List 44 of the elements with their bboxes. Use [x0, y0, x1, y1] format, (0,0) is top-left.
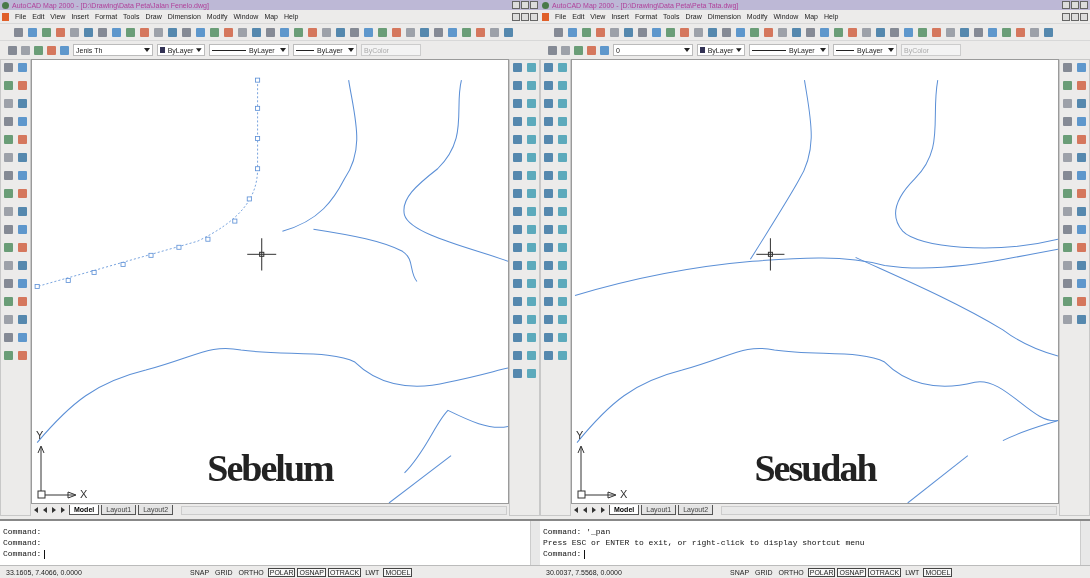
maximize-button[interactable] [1071, 1, 1079, 9]
color-swatch-icon [700, 47, 705, 53]
caret-icon [888, 48, 894, 52]
color-swatch-icon [160, 47, 165, 53]
horizontal-scrollbar[interactable] [721, 505, 1057, 515]
caret-icon [196, 48, 202, 52]
command-line-text: Command: [3, 538, 42, 547]
caret-icon [736, 48, 742, 52]
vertical-scrollbar[interactable] [1080, 521, 1090, 565]
app-icon [542, 1, 549, 9]
command-line-text: Command: [3, 527, 42, 536]
command-line-text: Command: [543, 550, 582, 558]
command-line-text: Command: '_pan [543, 527, 611, 536]
command-line-text: Press ESC or ENTER to exit, or right-click to display shortcut menu [543, 538, 865, 547]
caption-text: Sebelum [207, 449, 333, 487]
line-sample-icon [836, 49, 854, 51]
axis-label: Y [576, 430, 584, 441]
vertical-scrollbar[interactable] [530, 521, 540, 565]
line-sample-icon [296, 49, 314, 51]
caret-icon [820, 48, 826, 52]
caret-icon [144, 48, 150, 52]
tab-scroll-arrows-icon [33, 506, 67, 514]
horizontal-scrollbar[interactable] [181, 505, 507, 515]
caret-icon [684, 48, 690, 52]
text-cursor-icon [584, 549, 586, 559]
axis-label: Y [36, 430, 44, 441]
axis-label: X [620, 489, 628, 500]
line-sample-icon [212, 49, 246, 51]
restore-button[interactable] [521, 12, 529, 21]
app-icon [2, 1, 9, 9]
command-line-text: Command: [3, 550, 42, 558]
crosshair-cursor-icon [755, 237, 785, 271]
document-icon [542, 12, 549, 21]
line-sample-icon [752, 49, 786, 51]
text-cursor-icon [44, 549, 46, 559]
caret-icon [348, 48, 354, 52]
maximize-button[interactable] [521, 1, 529, 9]
caption-text: Sesudah [754, 449, 876, 487]
tab-scroll-arrows-icon [573, 506, 607, 514]
crosshair-cursor-icon [246, 237, 277, 271]
axis-label: X [80, 489, 88, 500]
caret-icon [280, 48, 286, 52]
document-icon [2, 12, 9, 21]
restore-button[interactable] [1071, 12, 1079, 21]
